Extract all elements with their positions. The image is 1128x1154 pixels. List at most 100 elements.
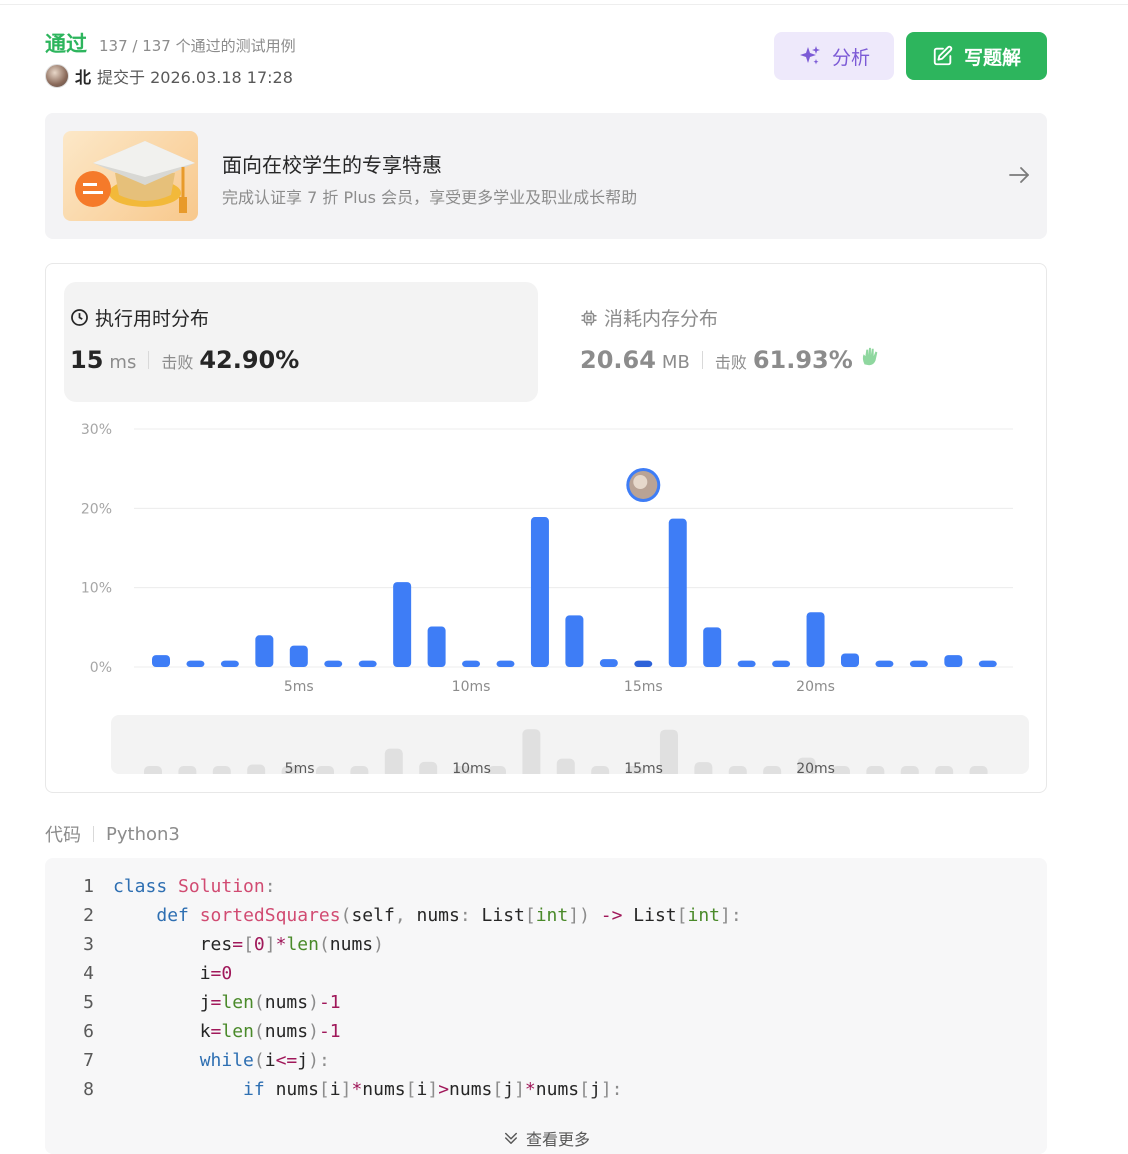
memory-title-text: 消耗内存分布 — [604, 308, 719, 330]
code-line-6: 6 k=len(nums)-1 — [83, 1021, 341, 1042]
overview-tick-label: 20ms — [796, 761, 835, 774]
histogram-bar[interactable] — [909, 660, 928, 667]
histogram-bar[interactable] — [358, 660, 377, 667]
histogram-bar[interactable] — [565, 615, 584, 667]
overview-tick-label: 15ms — [624, 761, 663, 774]
code-line-3: 3 res=[0]*len(nums) — [83, 934, 384, 955]
show-more-label: 查看更多 — [525, 1130, 590, 1149]
runtime-beat-label: 击败 — [161, 353, 194, 372]
histogram-bar[interactable] — [737, 660, 756, 667]
overview-bar — [935, 766, 954, 774]
avatar-highlight — [633, 475, 648, 489]
top-divider — [0, 0, 1128, 5]
analyze-button[interactable]: 分析 — [774, 32, 894, 80]
overview-tick-label: 10ms — [452, 761, 491, 774]
overview-bar — [419, 761, 438, 774]
y-tick-label: 10% — [81, 581, 112, 597]
histogram-bar[interactable] — [427, 626, 446, 667]
runtime-card[interactable] — [64, 282, 538, 402]
histogram-bar[interactable] — [978, 660, 997, 667]
code-header: 代码 Python3 — [45, 821, 180, 847]
overview-bar — [866, 766, 885, 774]
overview-scroller[interactable] — [111, 715, 1029, 774]
runtime-unit: ms — [109, 352, 137, 373]
histogram-bar[interactable] — [875, 660, 894, 667]
histogram-bar[interactable] — [220, 660, 239, 667]
arrow-right-icon[interactable] — [1007, 163, 1031, 187]
histogram-bar[interactable] — [703, 627, 722, 667]
code-label: 代码 — [45, 825, 81, 846]
edit-icon — [933, 45, 953, 66]
y-tick-label: 0% — [90, 660, 112, 676]
overview-bar — [694, 762, 713, 774]
histogram-bar[interactable] — [944, 655, 963, 667]
histogram-bar[interactable] — [324, 660, 343, 667]
histogram-bar[interactable] — [496, 660, 515, 667]
histogram-bar[interactable] — [772, 660, 791, 667]
x-tick-label: 20ms — [796, 679, 835, 695]
memory-title[interactable]: 消耗内存分布 — [580, 304, 718, 331]
overview-bar — [178, 766, 197, 774]
overview-bar — [591, 766, 610, 774]
code-line-1: 1 class Solution: — [83, 876, 276, 897]
histogram-bar[interactable] — [186, 660, 205, 667]
overview-tick-label: 5ms — [285, 761, 315, 774]
overview-bar — [212, 766, 231, 774]
overview-bar — [453, 766, 472, 774]
performance-panel: 执行用时分布 15 ms 击败 42.90% 消耗内存分布 20.64 MB 击… — [45, 263, 1047, 793]
histogram-bar[interactable] — [599, 659, 618, 667]
testcase-count: 137 / 137 个通过的测试用例 — [99, 37, 296, 55]
status-accepted: 通过 — [45, 32, 87, 56]
histogram-bar[interactable] — [289, 645, 308, 667]
submission-status: 通过 137 / 137 个通过的测试用例 — [45, 28, 296, 58]
histogram-bar[interactable] — [152, 655, 170, 667]
overview-bar — [487, 766, 506, 774]
runtime-title-text: 执行用时分布 — [95, 308, 210, 330]
overview-bar — [625, 766, 644, 774]
histogram-bar[interactable] — [462, 660, 481, 667]
histogram-bar[interactable] — [530, 517, 549, 667]
user-position-marker — [626, 468, 661, 502]
runtime-beat-value: 42.90% — [199, 346, 300, 374]
code-line-7: 7 while(i<=j): — [83, 1050, 330, 1071]
code-block[interactable]: 1 class Solution: 2 def sortedSquares(sel… — [45, 858, 1047, 1154]
code-line-5: 5 j=len(nums)-1 — [83, 992, 341, 1013]
overview-bar — [281, 766, 300, 774]
promo-subtitle: 完成认证享 7 折 Plus 会员，享受更多学业及职业成长帮助 — [222, 188, 638, 207]
memory-beat-label: 击败 — [714, 353, 747, 372]
runtime-title[interactable]: 执行用时分布 — [70, 304, 209, 331]
promo-title: 面向在校学生的专享特惠 — [222, 153, 442, 177]
avatar[interactable] — [45, 64, 69, 88]
chip-icon — [581, 310, 597, 325]
runtime-values: 15 ms 击败 42.90% — [70, 346, 299, 374]
divider — [148, 351, 150, 369]
histogram-bar[interactable] — [806, 612, 825, 667]
memory-unit: MB — [661, 352, 690, 373]
submitter-name[interactable]: 北 — [75, 64, 91, 88]
overview-bar — [556, 758, 575, 774]
x-tick-label: 10ms — [452, 679, 491, 695]
clock-icon — [71, 309, 88, 326]
show-more-button[interactable]: 查看更多 — [45, 1126, 1047, 1150]
overview-bar — [797, 757, 816, 774]
submit-time: 提交于 2026.03.18 17:28 — [97, 68, 293, 87]
submitter-info: 北 提交于 2026.03.18 17:28 — [45, 64, 293, 88]
overview-bar — [728, 766, 747, 774]
memory-beat-value: 61.93% — [752, 346, 853, 374]
memory-value: 20.64 — [580, 346, 656, 374]
avatar — [629, 471, 658, 499]
y-tick-label: 20% — [81, 501, 112, 517]
x-tick-label: 5ms — [284, 679, 314, 695]
overview-bar — [144, 766, 162, 774]
histogram-bar[interactable] — [634, 660, 653, 667]
overview-bar — [763, 766, 782, 774]
histogram-bar[interactable] — [393, 582, 412, 667]
write-solution-button[interactable]: 写题解 — [906, 32, 1047, 80]
histogram-bar[interactable] — [255, 635, 274, 667]
histogram-bar[interactable] — [668, 518, 687, 667]
x-tick-label: 15ms — [624, 679, 663, 695]
histogram-bar[interactable] — [841, 653, 859, 667]
student-promo-banner[interactable]: 面向在校学生的专享特惠 完成认证享 7 折 Plus 会员，享受更多学业及职业成… — [45, 113, 1047, 239]
code-line-2: 2 def sortedSquares(self, nums: List[int… — [83, 905, 742, 926]
overview-bar — [247, 764, 266, 774]
